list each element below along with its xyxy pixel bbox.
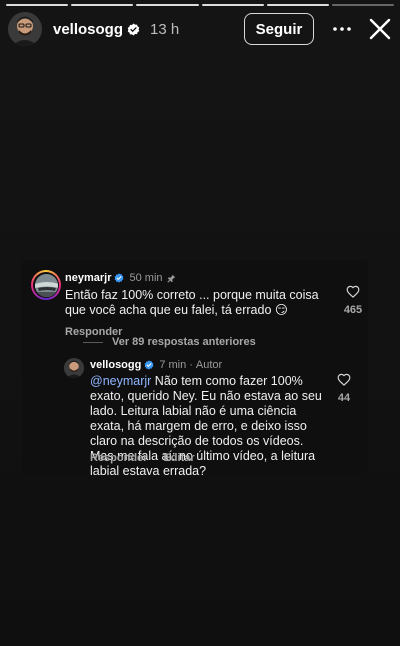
progress-segment [331, 4, 395, 6]
reply-header: vellosogg 7 min · Autor [90, 359, 222, 371]
story-timestamp: 13 h [150, 20, 180, 38]
progress-segment [136, 4, 199, 6]
reply-like: 44 [329, 373, 359, 404]
follow-button[interactable]: Seguir [244, 13, 314, 45]
progress-segment [6, 4, 69, 6]
shared-comment-card[interactable]: neymarjr 50 min Então faz 100% correto .… [22, 260, 368, 478]
story-progress-bar [6, 4, 395, 6]
like-count: 44 [337, 392, 351, 404]
verified-badge-icon [114, 273, 124, 283]
comment-avatar[interactable] [31, 270, 61, 300]
heart-icon[interactable] [337, 373, 351, 386]
story-author-username[interactable]: vellosogg [53, 21, 123, 38]
comment-text: Então faz 100% correto ... porque muita … [65, 288, 319, 317]
divider [83, 341, 103, 343]
pin-icon [166, 274, 176, 283]
progress-segment [266, 4, 329, 6]
close-icon[interactable] [366, 15, 394, 43]
reply-avatar[interactable] [64, 358, 84, 378]
reply-time: 7 min [159, 359, 187, 371]
edit-button[interactable]: Editar [163, 452, 194, 464]
reply-actions: Responder Editar [90, 452, 195, 464]
comment-time: 50 min [129, 272, 163, 284]
reply-button[interactable]: Responder [90, 452, 147, 464]
progress-segment [201, 4, 264, 6]
comment-header: neymarjr 50 min [65, 272, 176, 284]
more-options-icon[interactable] [332, 19, 352, 39]
view-previous-replies[interactable]: Ver 89 respostas anteriores [83, 336, 256, 348]
author-badge: Autor [195, 359, 223, 371]
comment-username[interactable]: neymarjr [65, 272, 111, 284]
heart-icon[interactable] [346, 285, 360, 298]
comment-like: 465 [338, 285, 368, 316]
avatar[interactable] [8, 12, 42, 46]
mention-link[interactable]: @neymarjr [90, 374, 151, 388]
view-replies-label: Ver 89 respostas anteriores [112, 336, 256, 348]
reply-username[interactable]: vellosogg [90, 359, 141, 371]
story-header: vellosogg 13 h Seguir [8, 11, 394, 47]
separator-dot: · [189, 359, 193, 371]
verified-badge-icon [127, 23, 140, 36]
verified-badge-icon [144, 360, 154, 370]
story-viewer: vellosogg 13 h Seguir neymarjr 50 min En… [0, 0, 400, 646]
like-count: 465 [343, 304, 363, 316]
progress-segment [71, 4, 134, 6]
